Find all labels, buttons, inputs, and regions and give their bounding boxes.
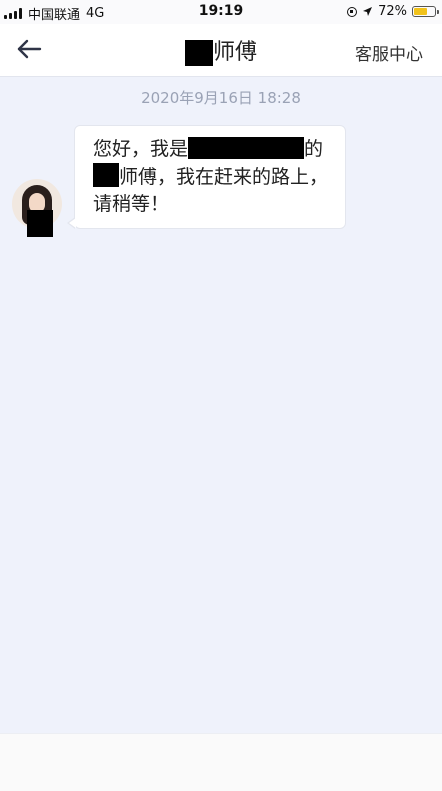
message-bubble[interactable]: 您好，我是 的师傅，我在赶来的路上，请稍等！	[67, 125, 346, 229]
title-suffix: 师傅	[212, 40, 257, 65]
nav-header: 师傅 客服中心	[0, 24, 442, 77]
bottom-input-bar[interactable]	[0, 733, 442, 791]
battery-fill	[414, 8, 427, 15]
redacted-surname	[93, 163, 119, 187]
battery-icon	[412, 6, 439, 17]
customer-service-button[interactable]: 客服中心	[355, 40, 423, 65]
redacted-name	[184, 40, 213, 66]
message-text: 您好，我是 的师傅，我在赶来的路上，请稍等！	[93, 136, 338, 218]
redaction-block	[27, 210, 53, 237]
message-part-1: 您好，我是	[93, 138, 189, 160]
message-timestamp: 2020年9月16日 18:28	[141, 89, 301, 107]
battery-percent: 72%	[378, 4, 407, 19]
redacted-company	[188, 137, 305, 159]
rotation-lock-icon	[347, 6, 358, 17]
location-arrow-icon	[363, 7, 373, 16]
message-part-3: 师傅，我在赶来的路上，请稍等！	[93, 166, 329, 215]
status-bar: 中国联通 4G 19:19 72%	[0, 0, 442, 24]
message-part-2: 的	[304, 138, 324, 160]
status-right: 72%	[347, 4, 439, 19]
